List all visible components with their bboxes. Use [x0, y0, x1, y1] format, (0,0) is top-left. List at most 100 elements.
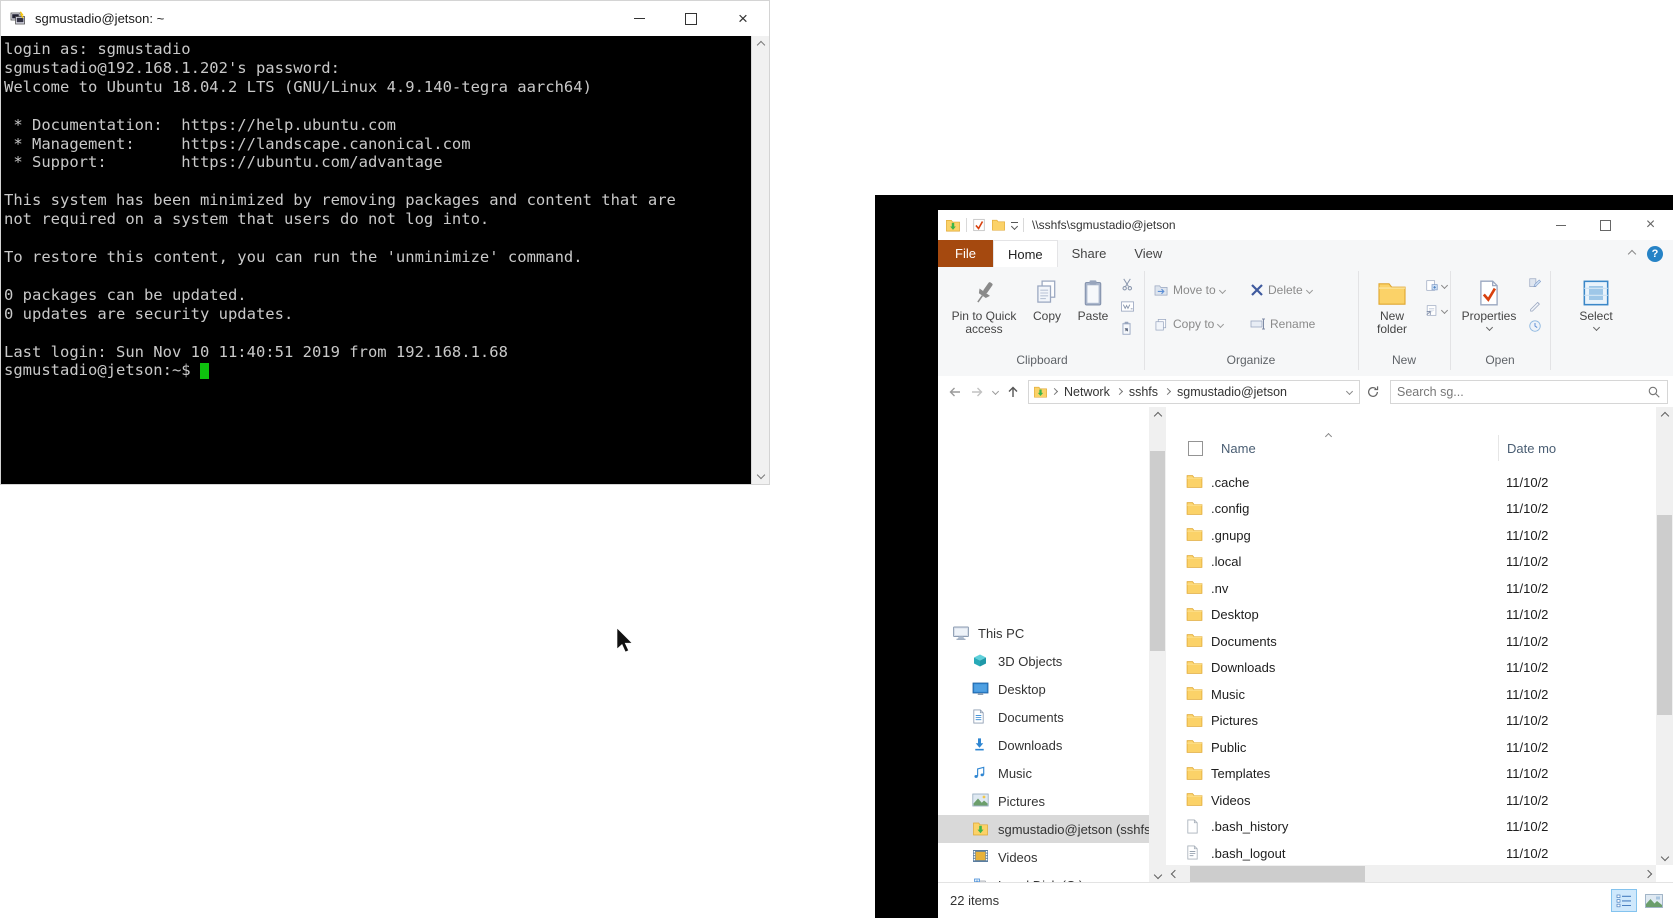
- file-name: Music: [1211, 687, 1481, 702]
- terminal-close-button[interactable]: ×: [717, 1, 769, 36]
- cut-icon[interactable]: [1120, 277, 1135, 292]
- tab-home[interactable]: Home: [993, 240, 1058, 267]
- terminal-maximize-button[interactable]: [665, 1, 717, 36]
- file-row-gnupg[interactable]: .gnupg11/10/2: [1166, 522, 1656, 548]
- sidebar-item-sgmustadio-jetson-sshfs[interactable]: sgmustadio@jetson (sshfs): [938, 815, 1149, 843]
- open-edit2-icon[interactable]: [1528, 298, 1542, 312]
- address-bar[interactable]: Network sshfs sgmustadio@jetson: [1028, 380, 1360, 404]
- file-row-pictures[interactable]: Pictures11/10/2: [1166, 708, 1656, 734]
- terminal-scrollbar[interactable]: [751, 36, 769, 484]
- list-scroll-up-icon[interactable]: [1656, 407, 1673, 424]
- sidebar-item-3d-objects[interactable]: 3D Objects: [938, 647, 1149, 675]
- breadcrumb-segment-sshfs[interactable]: sshfs: [1126, 385, 1161, 399]
- up-button[interactable]: [1002, 381, 1024, 403]
- file-name: .bash_history: [1211, 819, 1481, 834]
- delete-button[interactable]: Delete: [1250, 283, 1312, 297]
- tab-file[interactable]: File: [938, 240, 993, 267]
- sidebar-item-desktop[interactable]: Desktop: [938, 675, 1149, 703]
- list-scroll-thumb[interactable]: [1657, 515, 1672, 715]
- file-row-nv[interactable]: .nv11/10/2: [1166, 575, 1656, 601]
- file-row-videos[interactable]: Videos11/10/2: [1166, 787, 1656, 813]
- search-box[interactable]: [1390, 380, 1668, 404]
- address-dropdown-icon[interactable]: [1346, 388, 1353, 395]
- terminal-minimize-button[interactable]: [613, 1, 665, 36]
- file-row-desktop[interactable]: Desktop11/10/2: [1166, 602, 1656, 628]
- pictures-icon: [972, 793, 990, 809]
- new-folder-button[interactable]: New folder: [1366, 273, 1418, 336]
- paste-shortcut-icon[interactable]: [1120, 321, 1135, 336]
- breadcrumb-segment-sgmustadio-jetson[interactable]: sgmustadio@jetson: [1174, 385, 1290, 399]
- list-scroll-down-icon[interactable]: [1656, 848, 1673, 865]
- horizontal-scrollbar[interactable]: [1166, 865, 1656, 883]
- terminal-output[interactable]: login as: sgmustadio sgmustadio@192.168.…: [1, 36, 751, 484]
- sidebar-item-videos[interactable]: Videos: [938, 843, 1149, 871]
- file-row-cache[interactable]: .cache11/10/2: [1166, 469, 1656, 495]
- qat-customize-icon[interactable]: [1011, 222, 1018, 229]
- details-view-button[interactable]: [1611, 889, 1637, 912]
- sidebar-item-documents[interactable]: Documents: [938, 703, 1149, 731]
- thumbnail-view-button[interactable]: [1641, 889, 1667, 912]
- refresh-button[interactable]: [1362, 380, 1384, 404]
- file-icon: [1186, 819, 1203, 835]
- sidebar-scroll-up-icon[interactable]: [1149, 407, 1166, 424]
- file-row-templates[interactable]: Templates11/10/2: [1166, 761, 1656, 787]
- new-folder-qat-icon[interactable]: [991, 218, 1006, 232]
- breadcrumb-segment-network[interactable]: Network: [1061, 385, 1113, 399]
- explorer-maximize-button[interactable]: [1583, 210, 1628, 240]
- search-icon[interactable]: [1647, 385, 1661, 399]
- file-row-music[interactable]: Music11/10/2: [1166, 681, 1656, 707]
- copy-button[interactable]: Copy: [1026, 273, 1068, 323]
- back-button[interactable]: [944, 381, 966, 403]
- recent-locations-icon[interactable]: [988, 381, 1002, 403]
- sidebar-scroll-down-icon[interactable]: [1149, 866, 1166, 883]
- file-row-bash-history[interactable]: .bash_history11/10/2: [1166, 814, 1656, 840]
- copy-path-icon[interactable]: [1120, 300, 1135, 313]
- history-icon[interactable]: [1528, 319, 1542, 333]
- file-row-config[interactable]: .config11/10/2: [1166, 496, 1656, 522]
- file-row-public[interactable]: Public11/10/2: [1166, 734, 1656, 760]
- file-row-bash-logout[interactable]: .bash_logout11/10/2: [1166, 840, 1656, 865]
- pin-to-quick-access-button[interactable]: Pin to Quick access: [946, 273, 1022, 336]
- search-input[interactable]: [1391, 385, 1647, 399]
- select-all-checkbox[interactable]: [1188, 441, 1203, 456]
- scroll-up-icon[interactable]: [752, 37, 769, 53]
- sidebar-item-this-pc[interactable]: This PC: [938, 619, 1149, 647]
- sidebar-item-downloads[interactable]: Downloads: [938, 731, 1149, 759]
- move-to-button[interactable]: Move to: [1154, 283, 1225, 297]
- sidebar-item-label: Pictures: [998, 794, 1045, 809]
- tab-share[interactable]: Share: [1058, 240, 1121, 267]
- file-name: .bash_logout: [1211, 846, 1481, 861]
- rename-button[interactable]: Rename: [1250, 317, 1315, 331]
- sidebar-scrollbar[interactable]: [1149, 407, 1166, 883]
- help-icon[interactable]: ?: [1647, 246, 1663, 262]
- explorer-close-button[interactable]: ×: [1628, 210, 1673, 240]
- sidebar-scroll-thumb[interactable]: [1150, 451, 1165, 651]
- sidebar-item-music[interactable]: Music: [938, 759, 1149, 787]
- properties-icon: [1477, 273, 1501, 307]
- select-button[interactable]: Select: [1568, 273, 1624, 330]
- terminal-titlebar[interactable]: sgmustadio@jetson: ~ ×: [1, 1, 769, 36]
- open-edit-icon[interactable]: [1528, 277, 1542, 291]
- explorer-titlebar[interactable]: \\sshfs\sgmustadio@jetson ×: [938, 210, 1673, 240]
- file-row-local[interactable]: .local11/10/2: [1166, 549, 1656, 575]
- scroll-down-icon[interactable]: [752, 467, 769, 483]
- forward-button[interactable]: [966, 381, 988, 403]
- properties-check-icon[interactable]: [972, 218, 986, 232]
- column-header-name[interactable]: Name: [1221, 441, 1256, 456]
- scroll-right-icon[interactable]: [1639, 865, 1656, 883]
- horizontal-scroll-thumb[interactable]: [1190, 866, 1365, 882]
- file-list-scrollbar[interactable]: [1656, 407, 1673, 865]
- easy-access-button[interactable]: [1425, 304, 1447, 317]
- copy-to-button[interactable]: Copy to: [1154, 317, 1223, 331]
- file-row-downloads[interactable]: Downloads11/10/2: [1166, 655, 1656, 681]
- column-header-date[interactable]: Date mo: [1498, 435, 1647, 461]
- scroll-left-icon[interactable]: [1166, 865, 1183, 883]
- properties-button[interactable]: Properties: [1458, 273, 1520, 330]
- explorer-minimize-button[interactable]: [1538, 210, 1583, 240]
- collapse-ribbon-icon[interactable]: [1628, 249, 1636, 257]
- tab-view[interactable]: View: [1120, 240, 1176, 267]
- paste-button[interactable]: Paste: [1072, 273, 1114, 323]
- file-row-documents[interactable]: Documents11/10/2: [1166, 628, 1656, 654]
- sidebar-item-pictures[interactable]: Pictures: [938, 787, 1149, 815]
- new-item-button[interactable]: [1425, 279, 1447, 292]
